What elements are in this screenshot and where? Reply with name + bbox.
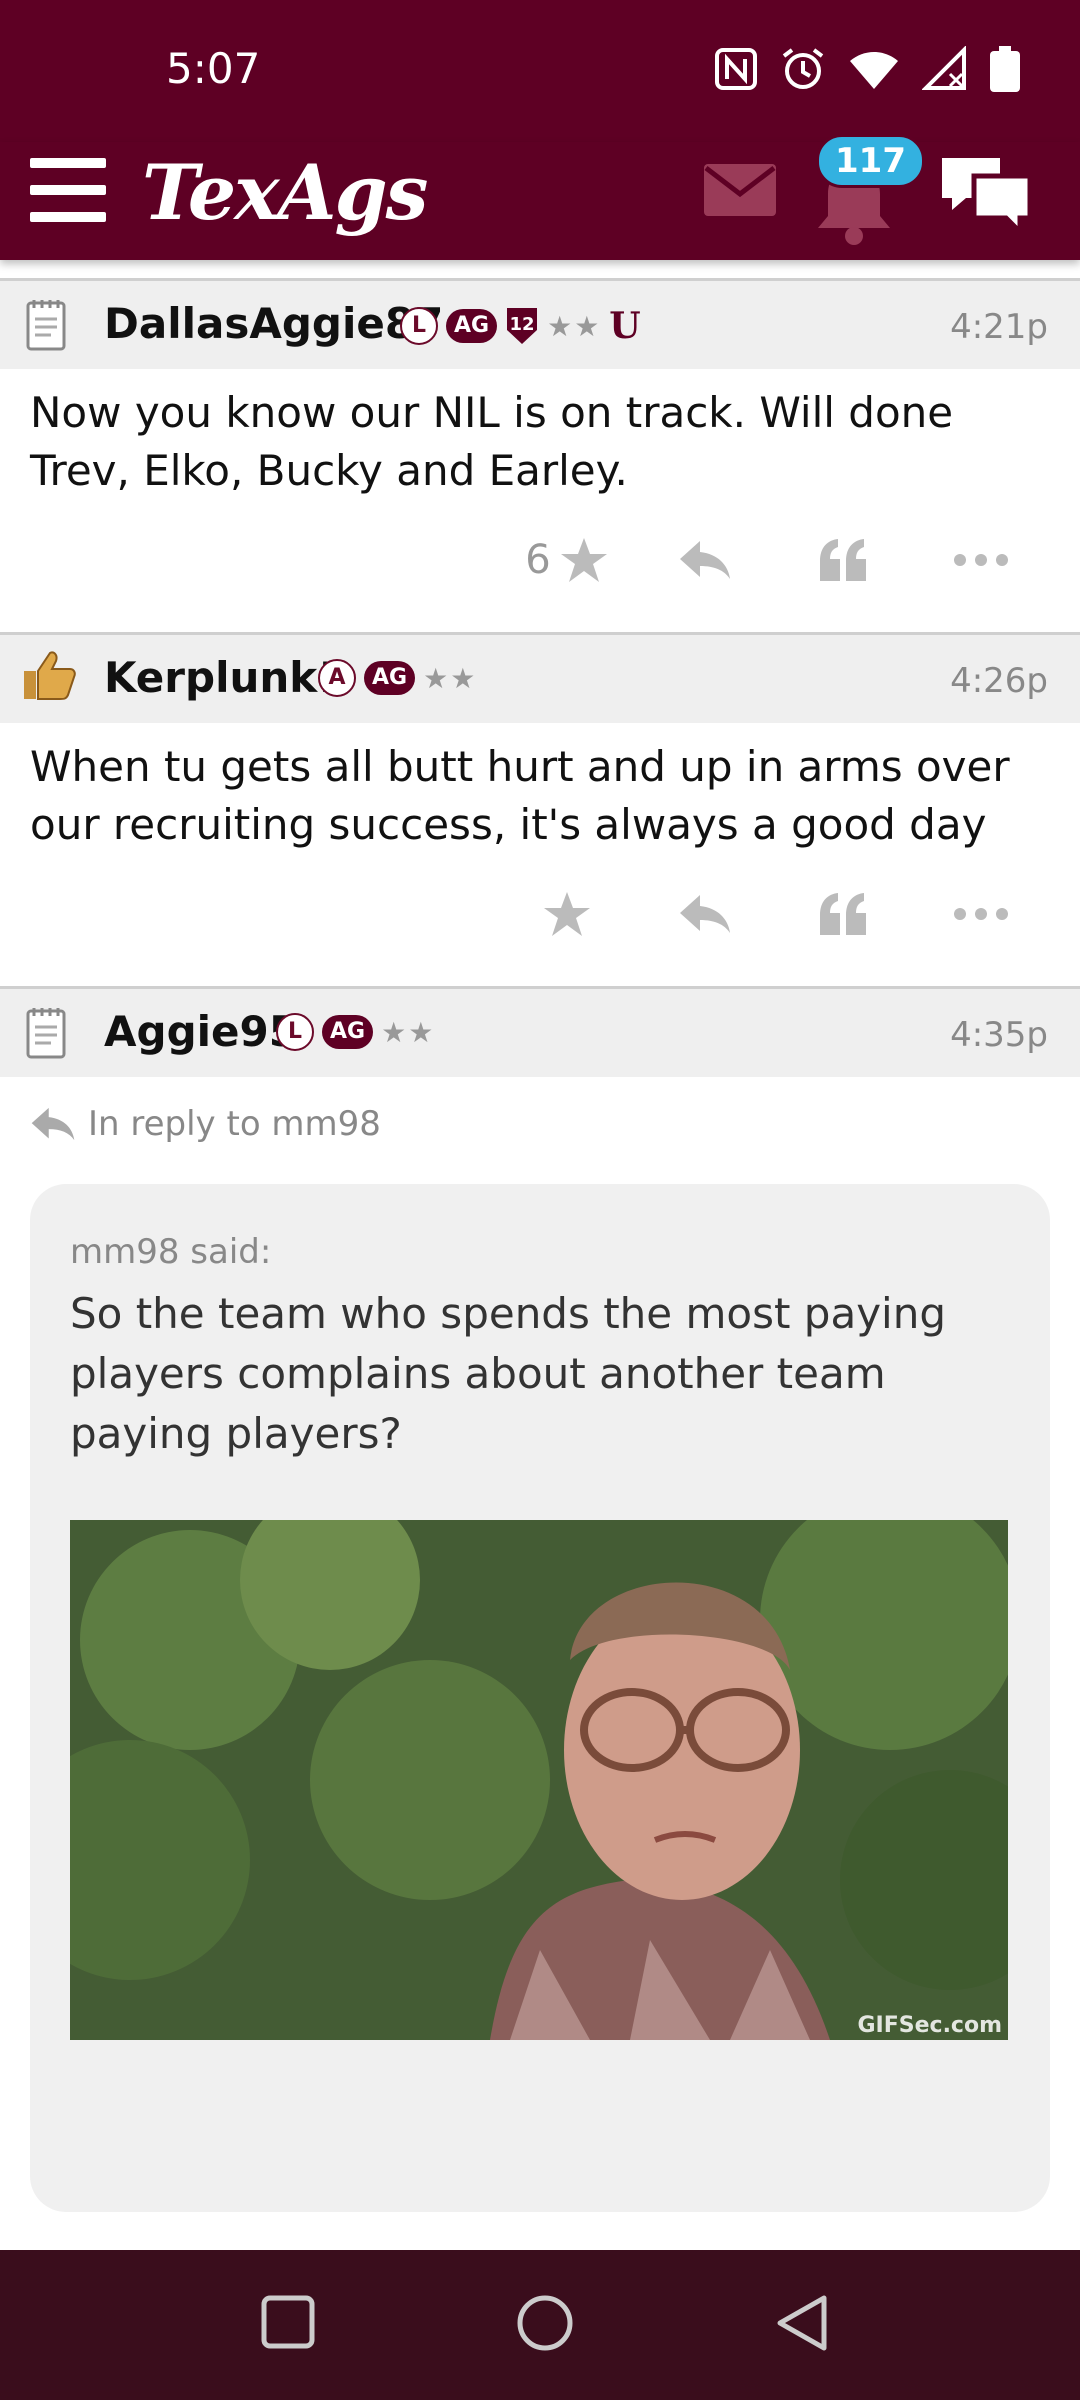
post-time: 4:26p (950, 661, 1048, 701)
badge-a: A (318, 659, 356, 697)
menu-icon[interactable] (30, 158, 106, 222)
reply-to-link[interactable]: In reply to mm98 (30, 1104, 381, 1144)
more-icon (954, 554, 1008, 566)
quote-author: mm98 said: (70, 1232, 272, 1272)
user-badges: A AG ★★ (318, 659, 477, 697)
signal-icon (922, 46, 966, 90)
badge-ag: AG (364, 661, 416, 695)
post-actions (498, 890, 1050, 938)
user-badges: L AG 12 ★★ U (400, 305, 641, 347)
more-icon (954, 908, 1008, 920)
star-count: 6 (525, 537, 551, 583)
notepad-avatar-icon (26, 300, 66, 351)
wifi-icon (850, 52, 898, 89)
home-icon[interactable] (516, 2294, 574, 2352)
thumbs-up-avatar-icon (24, 651, 76, 700)
battery-icon (990, 46, 1020, 92)
post-body: When tu gets all butt hurt and up in arm… (30, 742, 1010, 849)
star-rating: ★★ (381, 1015, 436, 1049)
post-username[interactable]: Kerplunk! (104, 653, 336, 702)
badge-l: L (276, 1013, 314, 1051)
quote-icon (820, 539, 866, 581)
post-username[interactable]: DallasAggie87 (104, 299, 443, 348)
texags-logo[interactable]: TexAgs (142, 148, 428, 237)
post-time: 4:35p (950, 1015, 1048, 1055)
status-time: 5:07 (166, 44, 261, 93)
quote-text: So the team who spends the most paying p… (70, 1289, 946, 1458)
post-time: 4:21p (950, 307, 1048, 347)
nfc-icon (715, 48, 757, 90)
notepad-avatar-icon (26, 1008, 66, 1059)
star-button[interactable] (498, 890, 636, 938)
star-rating: ★★ (547, 309, 602, 343)
star-icon (560, 538, 607, 582)
reply-icon (680, 895, 730, 933)
badge-ag: AG (446, 309, 498, 343)
quote-icon (820, 893, 866, 935)
quote-button[interactable] (774, 891, 912, 937)
quote-button[interactable] (774, 537, 912, 583)
star-button[interactable]: 6 (498, 536, 636, 584)
back-icon[interactable] (774, 2294, 830, 2352)
alarm-icon (782, 48, 824, 89)
notification-count-badge[interactable]: 117 (816, 134, 925, 188)
more-button[interactable] (912, 907, 1050, 921)
status-icons (714, 46, 1020, 92)
badge-l: L (400, 307, 438, 345)
reply-icon (31, 1107, 75, 1141)
gif-credit: GIFSec.com (857, 2013, 1002, 2038)
post-header: Aggie95 L AG ★★ 4:35p (0, 986, 1080, 1077)
reply-to-text: In reply to mm98 (88, 1104, 381, 1144)
more-button[interactable] (912, 553, 1050, 567)
shield-12-icon: 12 (507, 308, 538, 344)
post-header: Kerplunk! A AG ★★ 4:26p (0, 632, 1080, 723)
recents-icon[interactable] (260, 2294, 316, 2350)
post-username[interactable]: Aggie95 (104, 1007, 298, 1056)
quote-block: mm98 said: So the team who spends the mo… (30, 1184, 1050, 2212)
post-actions: 6 (498, 536, 1050, 584)
star-rating: ★★ (423, 661, 478, 695)
status-bar: 5:07 (0, 0, 1080, 142)
mail-icon[interactable] (704, 164, 776, 220)
reply-button[interactable] (636, 539, 774, 581)
quoted-gif-image[interactable]: GIFSec.com (70, 1520, 1008, 2040)
badge-ag: AG (322, 1015, 374, 1049)
star-icon (544, 892, 590, 936)
chat-icon[interactable] (936, 150, 1036, 244)
post-header: DallasAggie87 L AG 12 ★★ U 4:21p (0, 278, 1080, 369)
post-body: Now you know our NIL is on track. Will d… (30, 388, 954, 495)
user-badges: L AG ★★ (276, 1013, 435, 1051)
gif-illustration (70, 1520, 1008, 2040)
reply-button[interactable] (636, 893, 774, 935)
svg-text:12: 12 (510, 314, 535, 335)
badge-u: U (609, 305, 641, 347)
reply-icon (680, 541, 730, 579)
system-nav-bar (0, 2250, 1080, 2400)
